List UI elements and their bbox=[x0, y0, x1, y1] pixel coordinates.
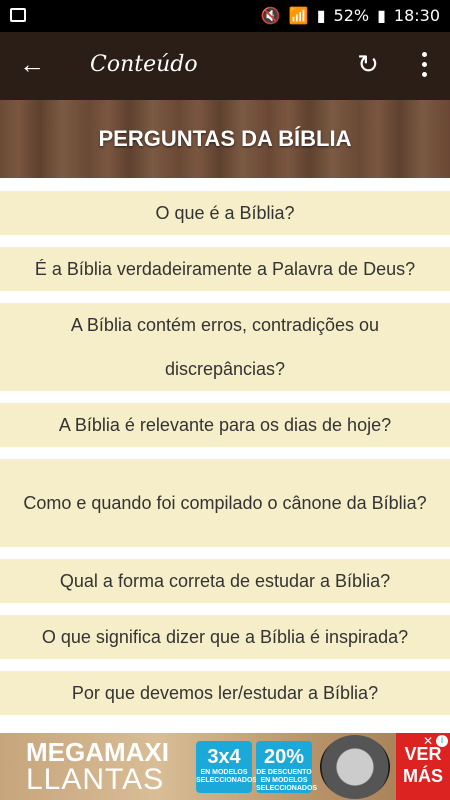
list-item[interactable]: A Bíblia é relevante para os dias de hoj… bbox=[0, 403, 450, 447]
battery-icon: ▮ bbox=[377, 6, 386, 25]
ad-promo-20-big: 20% bbox=[263, 746, 305, 768]
ad-brand-sub: LLANTAS bbox=[26, 763, 165, 796]
ad-promo-20-small: DE DESCUENTO EN MODELOS SELECCIONADOS bbox=[256, 769, 318, 792]
list-item-label: Por que devemos ler/estudar a Bíblia? bbox=[71, 683, 379, 703]
list-item[interactable]: O que significa dizer que a Bíblia é ins… bbox=[0, 615, 450, 659]
gallery-notification-icon bbox=[10, 8, 26, 22]
ad-brand: MEGAMAXI bbox=[26, 737, 169, 767]
list-item-label: Como e quando foi compilado o cânone da … bbox=[23, 493, 427, 513]
ad-promo-20: 20% DE DESCUENTO EN MODELOS SELECCIONADO… bbox=[256, 741, 318, 793]
clock: 18:30 bbox=[393, 6, 440, 25]
list-item-label: Qual a forma correta de estudar a Bíblia… bbox=[59, 571, 391, 591]
status-bar: 🔇 📶 ▮ 52% ▮ 18:30 bbox=[0, 0, 450, 32]
list-item[interactable]: Qual a forma correta de estudar a Bíblia… bbox=[0, 559, 450, 603]
section-title: PERGUNTAS DA BÍBLIA bbox=[98, 126, 352, 151]
banner-ad[interactable]: MEGAMAXI LLANTAS 3x4 EN MODELOS SELECCIO… bbox=[0, 733, 450, 800]
ad-promo-3x4-small: EN MODELOS SELECCIONADOS bbox=[196, 769, 258, 784]
ad-promo-3x4-big: 3x4 bbox=[207, 746, 241, 768]
app-bar-title: Conteúdo bbox=[90, 52, 198, 77]
list-item[interactable]: O que é a Bíblia? bbox=[0, 191, 450, 235]
list-item-label: É a Bíblia verdadeiramente a Palavra de … bbox=[34, 259, 416, 279]
question-list: O que é a Bíblia? É a Bíblia verdadeiram… bbox=[0, 178, 450, 733]
status-right: 🔇 📶 ▮ 52% ▮ 18:30 bbox=[261, 6, 440, 25]
mute-icon: 🔇 bbox=[260, 6, 281, 25]
app-bar: ← Conteúdo ↻ bbox=[0, 32, 450, 100]
wifi-icon: 📶 bbox=[288, 6, 309, 25]
list-item-label: A Bíblia é relevante para os dias de hoj… bbox=[58, 415, 392, 435]
list-item-label: A Bíblia contém erros, contradições ou d… bbox=[70, 315, 380, 379]
list-item[interactable]: Por que devemos ler/estudar a Bíblia? bbox=[0, 671, 450, 715]
ad-info-icon[interactable]: i bbox=[436, 735, 448, 747]
list-item[interactable]: Como e quando foi compilado o cânone da … bbox=[0, 459, 450, 547]
list-item-label: O que é a Bíblia? bbox=[155, 203, 295, 223]
ad-promo-3x4: 3x4 EN MODELOS SELECCIONADOS bbox=[196, 741, 258, 793]
list-item[interactable]: É a Bíblia verdadeiramente a Palavra de … bbox=[0, 247, 450, 291]
list-item-label: O que significa dizer que a Bíblia é ins… bbox=[41, 627, 409, 647]
list-item[interactable]: A Bíblia contém erros, contradições ou d… bbox=[0, 303, 450, 391]
ad-close-icon[interactable]: ✕ bbox=[422, 735, 434, 747]
signal-icon: ▮ bbox=[316, 6, 326, 25]
refresh-icon[interactable]: ↻ bbox=[352, 48, 384, 80]
overflow-menu-icon[interactable] bbox=[414, 48, 434, 80]
back-arrow-icon[interactable]: ← bbox=[16, 48, 48, 80]
section-header: PERGUNTAS DA BÍBLIA bbox=[0, 100, 450, 178]
tire-image bbox=[320, 735, 390, 799]
battery-percent: 52% bbox=[333, 6, 370, 25]
